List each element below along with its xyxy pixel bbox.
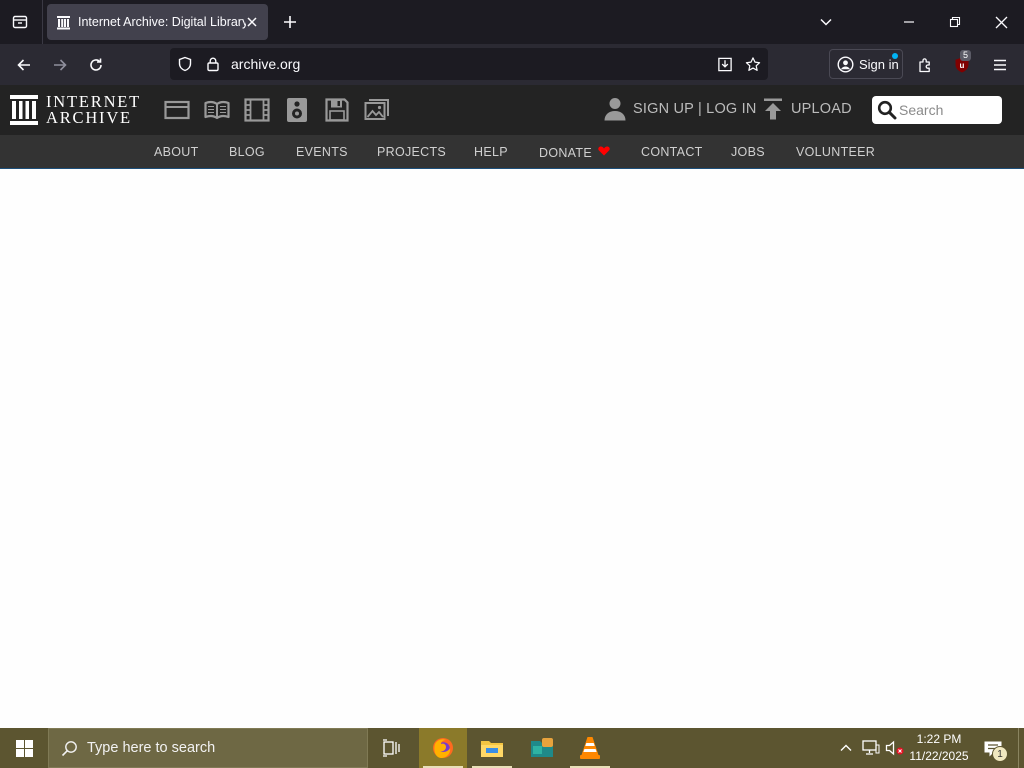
taskbar-search-placeholder: Type here to search (87, 740, 216, 756)
chevron-down-icon (819, 15, 833, 29)
svg-text:u: u (960, 61, 965, 70)
archive-search-box[interactable] (872, 96, 1002, 124)
new-tab-button[interactable] (278, 10, 302, 34)
taskbar-firefox[interactable] (419, 728, 467, 768)
arrow-left-icon (16, 57, 32, 73)
browser-tab-active[interactable]: Internet Archive: Digital Library (47, 4, 268, 40)
minimize-button[interactable] (886, 0, 932, 44)
nav-item-blog[interactable]: BLOG (229, 145, 265, 159)
software-icon[interactable] (324, 97, 350, 123)
account-icon (837, 55, 854, 73)
nav-item-about[interactable]: ABOUT (154, 145, 199, 159)
images-icon[interactable] (364, 97, 390, 123)
system-clock[interactable]: 1:22 PM 11/22/2025 (906, 731, 972, 765)
windows-logo-icon (15, 739, 33, 757)
arrow-right-icon (52, 57, 68, 73)
donate-label: DONATE (539, 146, 592, 160)
plus-icon (283, 15, 297, 29)
signin-notification-dot (892, 53, 898, 59)
nav-item-volunteer[interactable]: VOLUNTEER (796, 145, 875, 159)
extensions-button[interactable] (910, 50, 940, 80)
clock-time: 1:22 PM (916, 732, 962, 746)
reload-icon (88, 57, 104, 73)
user-icon (604, 97, 626, 121)
nav-item-projects[interactable]: PROJECTS (377, 145, 446, 159)
bookmark-star-icon[interactable] (745, 56, 761, 72)
chevron-up-icon[interactable] (836, 738, 856, 758)
web-icon[interactable] (164, 97, 190, 123)
close-window-button[interactable] (978, 0, 1024, 44)
minimize-icon (903, 16, 915, 28)
upload-arrow-icon (763, 98, 783, 120)
task-view-icon (382, 739, 402, 757)
url-text[interactable]: archive.org (231, 56, 300, 72)
nav-item-donate[interactable]: DONATE (539, 145, 610, 160)
app-menu-button[interactable] (985, 50, 1015, 80)
taskbar-search-box[interactable]: Type here to search (48, 728, 368, 768)
tab-list-button[interactable] (6, 8, 34, 36)
nav-item-events[interactable]: EVENTS (296, 145, 348, 159)
firefox-account-signin-button[interactable]: Sign in (829, 49, 903, 79)
signup-login-link[interactable]: SIGN UP | LOG IN (604, 97, 757, 121)
notification-count-badge: 1 (992, 746, 1008, 762)
archive-top-nav: INTERNET ARCHIVE SIGN UP | LOG IN UPLOAD (0, 85, 1024, 135)
close-icon (995, 16, 1008, 29)
search-icon[interactable] (877, 100, 897, 120)
upload-link[interactable]: UPLOAD (763, 98, 852, 120)
internet-archive-logo-link[interactable]: INTERNET ARCHIVE (10, 93, 141, 127)
hamburger-menu-icon (992, 57, 1008, 73)
nav-item-contact[interactable]: CONTACT (641, 145, 703, 159)
browser-tab-strip: Internet Archive: Digital Library (0, 0, 1024, 44)
signup-login-label: SIGN UP | LOG IN (633, 101, 757, 117)
app-icon (529, 737, 555, 759)
address-bar[interactable]: archive.org (170, 48, 768, 80)
page-content-area (0, 170, 1024, 728)
nav-item-help[interactable]: HELP (474, 145, 508, 159)
taskbar-app-green[interactable] (518, 728, 566, 768)
puzzle-piece-icon (917, 57, 934, 74)
video-icon[interactable] (244, 97, 270, 123)
upload-label: UPLOAD (791, 101, 852, 117)
task-view-button[interactable] (368, 728, 416, 768)
tab-title: Internet Archive: Digital Library (78, 15, 246, 29)
heart-icon (598, 145, 610, 159)
save-to-pocket-icon[interactable] (717, 56, 733, 72)
nav-item-jobs[interactable]: JOBS (731, 145, 765, 159)
tab-list-icon (12, 14, 28, 30)
windows-taskbar: Type here to search 1:22 PM 11/22/2025 1 (0, 728, 1024, 768)
taskbar-file-explorer[interactable] (468, 728, 516, 768)
forward-button[interactable] (45, 50, 75, 80)
browser-toolbar: archive.org Sign in u 5 (0, 44, 1024, 85)
show-desktop-button[interactable] (1018, 728, 1019, 768)
tracking-shield-icon[interactable] (177, 56, 193, 72)
extension-badge-count: 5 (960, 50, 972, 61)
signin-label: Sign in (859, 56, 899, 72)
archive-building-icon (10, 95, 38, 125)
archive-favicon-icon (56, 15, 71, 30)
reload-button[interactable] (81, 50, 111, 80)
back-button[interactable] (9, 50, 39, 80)
restore-icon (949, 16, 961, 28)
search-icon (61, 740, 78, 757)
tab-strip-separator (42, 0, 43, 44)
archive-secondary-nav: ABOUT BLOG EVENTS PROJECTS HELP DONATE C… (0, 135, 1024, 169)
network-icon[interactable] (861, 738, 881, 758)
tab-close-icon[interactable] (244, 14, 260, 30)
action-center-button[interactable]: 1 (980, 736, 1008, 762)
logo-line-2: ARCHIVE (46, 108, 132, 127)
logo-wordmark: INTERNET ARCHIVE (46, 93, 141, 127)
firefox-icon (431, 736, 455, 760)
restore-button[interactable] (932, 0, 978, 44)
start-button[interactable] (0, 728, 48, 768)
vlc-cone-icon (579, 736, 601, 760)
search-input[interactable] (899, 100, 997, 120)
taskbar-vlc[interactable] (566, 728, 614, 768)
list-all-tabs-button[interactable] (803, 0, 849, 44)
texts-icon[interactable] (204, 97, 230, 123)
audio-icon[interactable] (284, 97, 310, 123)
clock-date: 11/22/2025 (909, 749, 969, 763)
folder-icon (480, 737, 504, 759)
volume-muted-icon[interactable] (885, 738, 905, 758)
lock-icon[interactable] (205, 56, 221, 72)
